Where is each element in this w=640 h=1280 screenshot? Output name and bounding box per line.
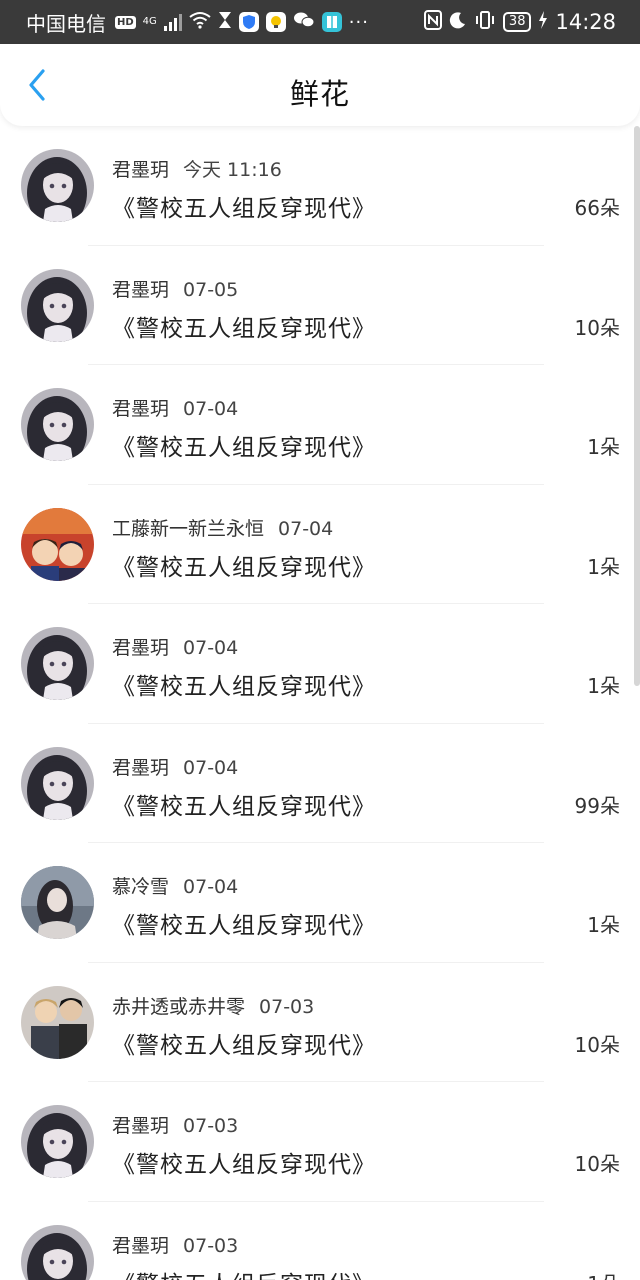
hd-badge: HD: [115, 15, 136, 29]
flower-record-list[interactable]: 君墨玥 今天 11:16 《警校五人组反穿现代》 66朵 君墨玥 07-05 《警校五人组反…: [0, 126, 640, 1280]
book-title[interactable]: 《警校五人组反穿现代》: [112, 309, 376, 343]
sender-name[interactable]: 君墨玥: [112, 637, 169, 659]
flower-amount: 1朵: [587, 913, 620, 937]
record-meta: 赤井透或赤井零 07-03: [112, 992, 314, 1019]
clock-time: 14:28: [555, 10, 616, 34]
network-type: 4G: [142, 16, 157, 27]
book-title[interactable]: 《警校五人组反穿现代》: [112, 667, 376, 701]
avatar[interactable]: [21, 627, 94, 700]
avatar[interactable]: [21, 985, 94, 1059]
wifi-icon: [189, 11, 211, 34]
book-title[interactable]: 《警校五人组反穿现代》: [112, 1026, 376, 1060]
charging-icon: [538, 10, 548, 34]
book-title[interactable]: 《警校五人组反穿现代》: [112, 1265, 376, 1280]
flower-amount: 10朵: [574, 315, 620, 340]
flower-amount: 66朵: [574, 196, 620, 220]
record-meta: 君墨玥 07-04: [112, 394, 238, 421]
moon-icon: [449, 11, 467, 34]
record-meta: 君墨玥 07-04: [112, 633, 238, 660]
record-date: 07-04: [183, 398, 239, 420]
flower-record-row[interactable]: 工藤新一新兰永恒 07-04 《警校五人组反穿现代》 1朵: [0, 485, 640, 604]
flower-record-row[interactable]: 君墨玥 今天 11:16 《警校五人组反穿现代》 66朵: [0, 126, 640, 246]
flower-record-row[interactable]: 慕冷雪 07-04 《警校五人组反穿现代》 1朵: [0, 843, 640, 963]
sender-name[interactable]: 君墨玥: [112, 279, 169, 301]
sender-name[interactable]: 君墨玥: [112, 159, 169, 181]
record-meta: 慕冷雪 07-04: [112, 872, 238, 899]
signal-icon: [163, 13, 182, 31]
record-meta: 君墨玥 今天 11:16: [112, 155, 282, 182]
sender-name[interactable]: 君墨玥: [112, 398, 169, 420]
status-bar: 中国电信 HD 4G ··· 38 14:28: [0, 0, 640, 44]
book-title[interactable]: 《警校五人组反穿现代》: [112, 1145, 376, 1179]
record-meta: 君墨玥 07-04: [112, 753, 238, 780]
hourglass-icon: [218, 11, 232, 34]
record-date: 07-04: [183, 637, 239, 659]
record-date: 07-04: [183, 876, 239, 898]
record-date: 07-05: [183, 278, 239, 301]
flower-record-row[interactable]: 君墨玥 07-03 《警校五人组反穿现代》 10朵: [0, 1082, 640, 1202]
avatar[interactable]: [21, 149, 94, 222]
flower-amount: 1朵: [587, 1268, 620, 1280]
record-meta: 君墨玥 07-05: [112, 275, 238, 302]
carrier-name: 中国电信: [26, 11, 106, 36]
record-date: 07-03: [183, 1234, 239, 1257]
record-meta: 君墨玥 07-03: [112, 1231, 238, 1258]
avatar[interactable]: [21, 268, 94, 342]
flower-record-row[interactable]: 君墨玥 07-04 《警校五人组反穿现代》 1朵: [0, 604, 640, 724]
record-date: 07-04: [278, 517, 334, 540]
book-title[interactable]: 《警校五人组反穿现代》: [112, 906, 376, 940]
battery-icon: 38: [502, 12, 532, 32]
avatar[interactable]: [21, 1105, 94, 1178]
record-date: 07-04: [183, 756, 239, 779]
sender-name[interactable]: 慕冷雪: [112, 876, 169, 898]
flower-record-row[interactable]: 君墨玥 07-05 《警校五人组反穿现代》 10朵: [0, 246, 640, 365]
avatar[interactable]: [21, 866, 94, 939]
book-title[interactable]: 《警校五人组反穿现代》: [112, 787, 376, 821]
sender-name[interactable]: 君墨玥: [112, 757, 169, 779]
flower-amount: 10朵: [574, 1032, 620, 1057]
lightbulb-app-icon: [265, 12, 286, 32]
record-meta: 工藤新一新兰永恒 07-04: [112, 514, 333, 541]
avatar[interactable]: [21, 507, 94, 581]
flower-record-row[interactable]: 赤井透或赤井零 07-03 《警校五人组反穿现代》 10朵: [0, 963, 640, 1082]
flower-amount: 99朵: [574, 793, 620, 818]
book-app-icon: [321, 12, 342, 32]
flower-amount: 1朵: [587, 674, 620, 698]
wechat-icon: [293, 11, 315, 34]
avatar[interactable]: [21, 746, 94, 820]
sender-name[interactable]: 君墨玥: [112, 1115, 169, 1137]
sender-name[interactable]: 赤井透或赤井零: [112, 996, 245, 1018]
scrollbar[interactable]: [634, 126, 640, 686]
flower-amount: 1朵: [587, 554, 620, 579]
nfc-icon: [423, 9, 442, 35]
sender-name[interactable]: 工藤新一新兰永恒: [112, 518, 264, 540]
shield-app-icon: [238, 12, 259, 32]
page-title: 鲜花: [289, 77, 350, 111]
flower-record-row[interactable]: 君墨玥 07-03 《警校五人组反穿现代》 1朵: [0, 1202, 640, 1280]
avatar[interactable]: [21, 388, 94, 461]
book-title[interactable]: 《警校五人组反穿现代》: [112, 189, 376, 223]
book-title[interactable]: 《警校五人组反穿现代》: [112, 428, 376, 462]
flower-amount: 10朵: [574, 1152, 620, 1176]
status-bar-right: 38 14:28: [423, 9, 616, 35]
flower-record-row[interactable]: 君墨玥 07-04 《警校五人组反穿现代》 99朵: [0, 724, 640, 843]
sender-name[interactable]: 君墨玥: [112, 1235, 169, 1257]
record-meta: 君墨玥 07-03: [112, 1111, 238, 1138]
record-date: 今天 11:16: [183, 159, 282, 181]
status-bar-left: 中国电信 HD 4G ···: [26, 8, 369, 37]
flower-amount: 1朵: [587, 435, 620, 459]
record-date: 07-03: [259, 995, 315, 1018]
navigation-bar: 鲜花: [0, 44, 640, 126]
record-date: 07-03: [183, 1115, 239, 1137]
book-title[interactable]: 《警校五人组反穿现代》: [112, 548, 376, 582]
avatar[interactable]: [21, 1224, 94, 1280]
vibrate-icon: [474, 10, 496, 34]
more-notifications-icon: ···: [348, 11, 369, 33]
flower-record-row[interactable]: 君墨玥 07-04 《警校五人组反穿现代》 1朵: [0, 365, 640, 485]
